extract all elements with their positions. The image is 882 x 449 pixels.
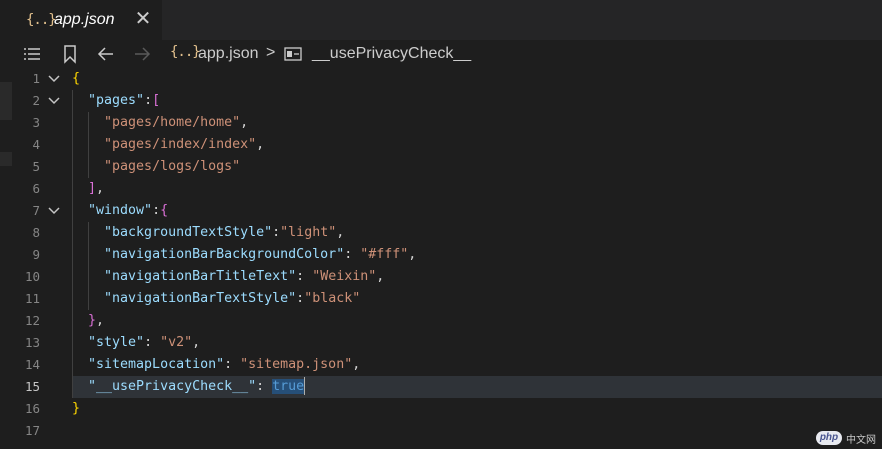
code-line[interactable]: 10 "navigationBarTitleText": "Weixin", <box>0 266 882 288</box>
line-number: 2 <box>32 93 40 108</box>
chevron-down-icon[interactable] <box>46 68 62 90</box>
watermark-text: 中文网 <box>846 434 876 446</box>
code-line[interactable]: 1{ <box>0 68 882 90</box>
editor-toolbar: {..} app.json > __usePrivacyCheck__ <box>0 40 882 68</box>
line-number: 5 <box>32 159 40 174</box>
code-text: "navigationBarTitleText": "Weixin", <box>104 269 385 284</box>
chevron-down-icon[interactable] <box>46 90 62 112</box>
code-line[interactable]: 9 "navigationBarBackgroundColor": "#fff"… <box>0 244 882 266</box>
code-text: "navigationBarBackgroundColor": "#fff", <box>104 247 417 262</box>
code-line[interactable]: 5 "pages/logs/logs" <box>0 156 882 178</box>
code-line[interactable]: 4 "pages/index/index", <box>0 134 882 156</box>
line-number: 4 <box>32 137 40 152</box>
breadcrumb-symbol[interactable]: __usePrivacyCheck__ <box>312 45 471 63</box>
code-text: ], <box>88 181 105 196</box>
code-line[interactable]: 3 "pages/home/home", <box>0 112 882 134</box>
code-line[interactable]: 13 "style": "v2", <box>0 332 882 354</box>
php-logo: php <box>816 431 842 445</box>
code-text: "backgroundTextStyle":"light", <box>104 225 345 240</box>
back-arrow-icon[interactable] <box>96 44 116 64</box>
code-text: { <box>72 71 81 86</box>
code-text: "sitemapLocation": "sitemap.json", <box>88 357 361 372</box>
code-line[interactable]: 8 "backgroundTextStyle":"light", <box>0 222 882 244</box>
line-number: 7 <box>32 203 40 218</box>
code-line[interactable]: 7 "window":{ <box>0 200 882 222</box>
text-cursor <box>304 377 306 395</box>
line-number: 13 <box>24 335 40 350</box>
line-number: 3 <box>32 115 40 130</box>
breadcrumb-separator: > <box>266 44 276 61</box>
line-number: 1 <box>32 71 40 86</box>
bookmark-icon[interactable] <box>60 44 80 64</box>
tab-label: app.json <box>54 11 115 28</box>
line-number: 17 <box>24 423 40 438</box>
code-line[interactable]: 2 "pages":[ <box>0 90 882 112</box>
code-text: }, <box>88 313 105 328</box>
line-number: 8 <box>32 225 40 240</box>
code-text: "window":{ <box>88 203 169 218</box>
breadcrumb-file[interactable]: app.json <box>198 45 259 63</box>
code-text: "pages/home/home", <box>104 115 249 130</box>
tab-bar: {..} app.json ✕ <box>0 0 882 40</box>
line-number: 11 <box>24 291 40 306</box>
code-line[interactable]: 11 "navigationBarTextStyle":"black" <box>0 288 882 310</box>
code-line[interactable]: 14 "sitemapLocation": "sitemap.json", <box>0 354 882 376</box>
line-number: 15 <box>24 379 40 394</box>
forward-arrow-icon[interactable] <box>132 44 152 64</box>
indent-guide <box>72 90 73 398</box>
code-editor[interactable]: 1{2 "pages":[3 "pages/home/home", 4 "page… <box>0 68 882 449</box>
symbol-boolean-icon <box>284 47 302 61</box>
code-text: } <box>72 401 81 416</box>
code-text: "pages":[ <box>88 93 161 108</box>
line-number: 12 <box>24 313 40 328</box>
json-file-icon: {..} <box>26 12 57 28</box>
indent-guide <box>88 222 89 310</box>
code-line[interactable]: 6 ], <box>0 178 882 200</box>
code-line[interactable]: 12 }, <box>0 310 882 332</box>
close-icon[interactable]: ✕ <box>134 8 152 30</box>
line-number: 10 <box>24 269 40 284</box>
code-text: "style": "v2", <box>88 335 201 350</box>
line-number: 14 <box>24 357 40 372</box>
line-number: 9 <box>32 247 40 262</box>
code-text: "__usePrivacyCheck__": true <box>88 377 306 395</box>
watermark: php 中文网 <box>816 430 876 446</box>
code-line[interactable]: 17 <box>0 420 882 442</box>
code-text: "pages/logs/logs" <box>104 159 241 174</box>
indent-guide <box>88 112 89 178</box>
tab-app-json[interactable]: {..} app.json ✕ <box>0 0 162 40</box>
list-icon[interactable] <box>22 44 42 64</box>
chevron-down-icon[interactable] <box>46 200 62 222</box>
code-line[interactable]: 16} <box>0 398 882 420</box>
json-file-icon: {..} <box>170 44 201 60</box>
line-number: 16 <box>24 401 40 416</box>
code-text: "pages/index/index", <box>104 137 265 152</box>
code-line[interactable]: 15 "__usePrivacyCheck__": true <box>0 376 882 398</box>
code-text: "navigationBarTextStyle":"black" <box>104 291 361 306</box>
line-number: 6 <box>32 181 40 196</box>
